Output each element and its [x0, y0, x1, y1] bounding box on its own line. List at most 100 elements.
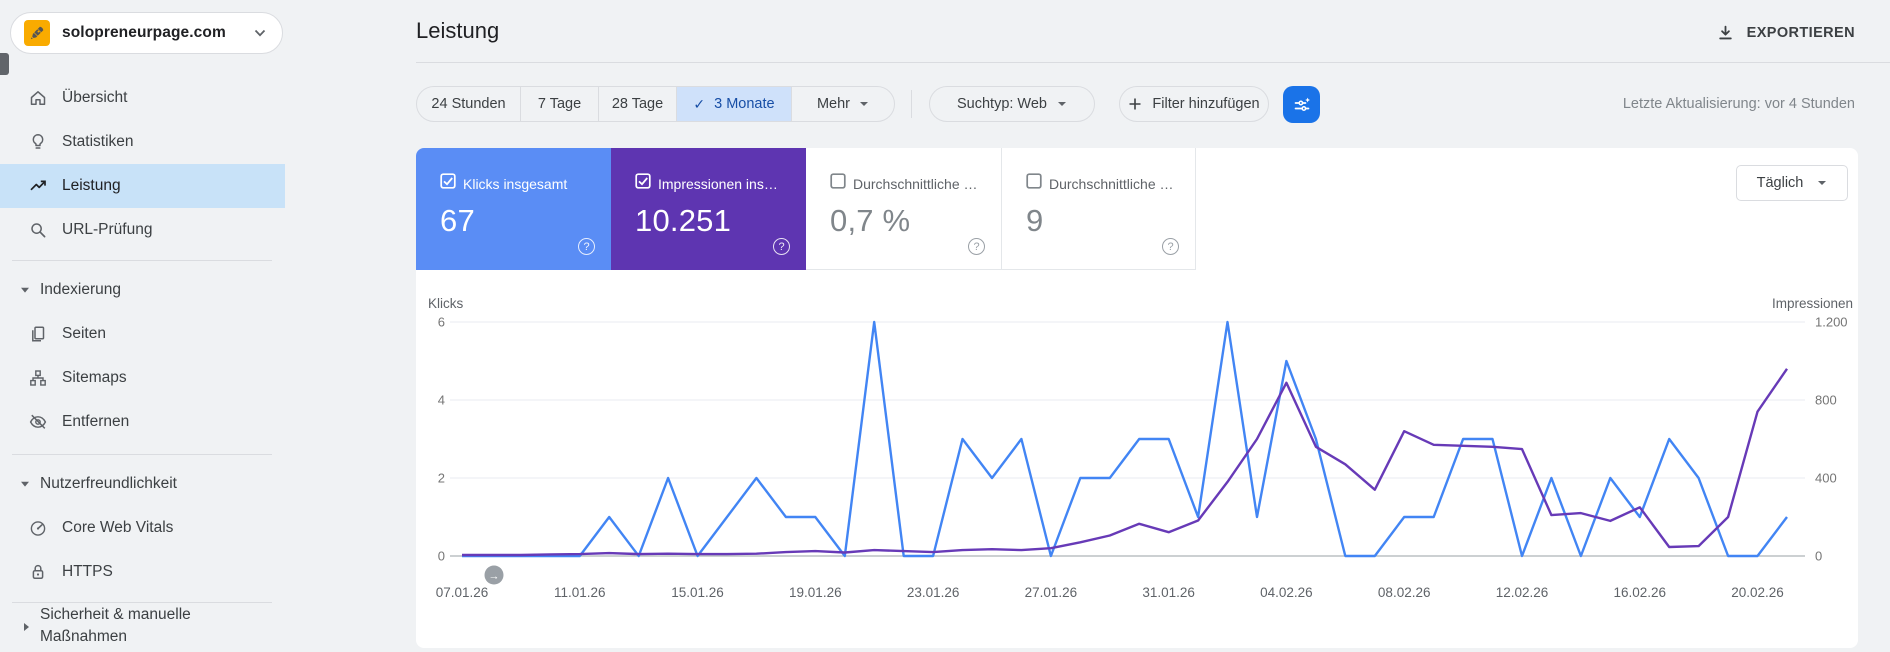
date-range-chips: 24 Stunden 7 Tage 28 Tage ✓ 3 Monate Mehr: [416, 86, 895, 122]
metric-card-title: Impressionen ins…: [658, 175, 778, 192]
svg-text:07.01.26: 07.01.26: [436, 585, 489, 600]
caret-down-icon: [18, 477, 32, 491]
chip-label: 7 Tage: [537, 96, 582, 112]
metric-card-position[interactable]: Durchschnittliche … 9 ?: [1001, 148, 1196, 270]
compare-filter-button[interactable]: [1283, 86, 1320, 123]
svg-text:23.01.26: 23.01.26: [907, 585, 960, 600]
sidebar-item-sitemaps[interactable]: Sitemaps: [0, 356, 285, 400]
help-icon[interactable]: ?: [1162, 238, 1179, 255]
add-filter-label: Filter hinzufügen: [1152, 96, 1260, 112]
metric-card-value: 0,7 %: [830, 203, 911, 238]
performance-panel: Klicks insgesamt 67 ? Impressionen ins… …: [416, 148, 1858, 648]
sidebar-item-label: URL-Prüfung: [62, 221, 153, 238]
sidebar-section-nutzerfreundlichkeit[interactable]: Nutzerfreundlichkeit: [0, 462, 285, 506]
chip-28-tage[interactable]: 28 Tage: [598, 87, 676, 121]
help-icon[interactable]: ?: [578, 238, 595, 255]
granularity-label: Täglich: [1756, 175, 1804, 191]
checkbox-icon[interactable]: [635, 173, 651, 194]
chip-3-monate[interactable]: ✓ 3 Monate: [676, 87, 791, 121]
sidebar-item-leistung[interactable]: Leistung: [0, 164, 285, 208]
performance-chart[interactable]: 0 2 4 6 0 400 800 1.200 Klicks Impressionen 07.01.…: [416, 290, 1858, 630]
caret-down-icon: [860, 102, 869, 106]
help-icon[interactable]: ?: [968, 238, 985, 255]
checkbox-icon[interactable]: [440, 173, 456, 194]
svg-text:Impressionen: Impressionen: [1772, 296, 1853, 311]
arrow-right-icon: →: [489, 571, 500, 583]
plus-icon: [1129, 98, 1141, 110]
search-type-button[interactable]: Suchtyp: Web: [929, 86, 1095, 122]
property-selector[interactable]: solopreneurpage.com: [10, 12, 283, 54]
svg-text:15.01.26: 15.01.26: [671, 585, 724, 600]
svg-text:31.01.26: 31.01.26: [1142, 585, 1195, 600]
help-icon[interactable]: ?: [773, 238, 790, 255]
add-filter-button[interactable]: Filter hinzufügen: [1119, 86, 1269, 122]
check-icon: ✓: [693, 95, 706, 112]
sidebar-item-uebersicht[interactable]: Übersicht: [0, 76, 285, 120]
caret-down-icon: [18, 283, 32, 297]
svg-text:19.01.26: 19.01.26: [789, 585, 842, 600]
svg-text:0: 0: [1815, 549, 1822, 564]
svg-text:6: 6: [438, 315, 445, 330]
sidebar-section-label: Nutzerfreundlichkeit: [40, 475, 177, 492]
chip-label: 28 Tage: [611, 96, 664, 112]
chip-label: Mehr: [816, 96, 851, 112]
sidebar-item-label: Leistung: [62, 177, 121, 194]
sidebar-item-statistiken[interactable]: Statistiken: [0, 120, 285, 164]
metric-card-value: 10.251: [635, 203, 732, 238]
header-divider: [416, 62, 1890, 63]
sidebar-divider: [12, 260, 272, 261]
sidebar-item-entfernen[interactable]: Entfernen: [0, 400, 285, 444]
sidebar-item-label: Übersicht: [62, 89, 128, 106]
search-type-label: Suchtyp: Web: [956, 96, 1047, 112]
svg-text:08.02.26: 08.02.26: [1378, 585, 1431, 600]
svg-text:16.02.26: 16.02.26: [1613, 585, 1666, 600]
toolbar-divider: [911, 90, 912, 118]
scrollbar-artifact: [0, 53, 9, 75]
checkbox-icon[interactable]: [1026, 173, 1042, 194]
property-name: solopreneurpage.com: [62, 24, 226, 41]
caret-down-icon: [1058, 102, 1066, 106]
caret-down-icon: [1818, 181, 1827, 185]
svg-text:400: 400: [1815, 471, 1837, 486]
granularity-dropdown[interactable]: Täglich: [1736, 165, 1848, 201]
metric-card-impressions[interactable]: Impressionen ins… 10.251 ?: [611, 148, 806, 270]
svg-text:11.01.26: 11.01.26: [554, 585, 606, 600]
sidebar-section-label: Indexierung: [40, 281, 122, 298]
sidebar-section-label: Sicherheit & manuelle Maßnahmen: [40, 606, 191, 645]
chip-mehr[interactable]: Mehr: [791, 87, 894, 121]
sidebar-item-url-pruefung[interactable]: URL-Prüfung: [0, 208, 285, 252]
home-icon: [28, 88, 48, 108]
sidebar: solopreneurpage.com Übersicht Statistike…: [0, 0, 285, 652]
svg-text:27.01.26: 27.01.26: [1025, 585, 1078, 600]
metric-card-title: Durchschnittliche …: [1049, 175, 1174, 192]
sidebar-item-https[interactable]: HTTPS: [0, 550, 285, 594]
export-button[interactable]: EXPORTIEREN: [1716, 18, 1855, 48]
svg-text:20.02.26: 20.02.26: [1731, 585, 1784, 600]
sidebar-item-core-web-vitals[interactable]: Core Web Vitals: [0, 506, 285, 550]
trending-up-icon: [28, 176, 48, 196]
last-update-status: Letzte Aktualisierung: vor 4 Stunden: [1622, 96, 1855, 112]
download-icon: [1718, 25, 1732, 39]
sidebar-item-seiten[interactable]: Seiten: [0, 312, 285, 356]
lock-icon: [28, 562, 48, 582]
sidebar-divider: [12, 454, 272, 455]
svg-text:Klicks: Klicks: [428, 296, 464, 311]
metric-card-clicks[interactable]: Klicks insgesamt 67 ?: [416, 148, 611, 270]
performance-chart-svg: 0 2 4 6 0 400 800 1.200 Klicks Impressionen 07.01.…: [428, 296, 1853, 600]
sidebar-section-indexierung[interactable]: Indexierung: [0, 268, 285, 312]
svg-text:2: 2: [438, 471, 445, 486]
checkbox-icon[interactable]: [830, 173, 846, 194]
lightbulb-icon: [28, 132, 48, 152]
metric-card-ctr[interactable]: Durchschnittliche … 0,7 % ?: [806, 148, 1001, 270]
metric-card-title: Durchschnittliche …: [853, 175, 978, 192]
sitemap-icon: [28, 368, 48, 388]
chip-7-tage[interactable]: 7 Tage: [520, 87, 598, 121]
pages-icon: [28, 324, 48, 344]
page-title: Leistung: [416, 18, 500, 43]
chip-24-stunden[interactable]: 24 Stunden: [417, 87, 520, 121]
chevron-down-icon: [254, 29, 266, 37]
tune-sparkle-icon: [1294, 97, 1310, 111]
svg-text:04.02.26: 04.02.26: [1260, 585, 1313, 600]
svg-text:1.200: 1.200: [1815, 315, 1848, 330]
metric-card-value: 67: [440, 203, 475, 238]
